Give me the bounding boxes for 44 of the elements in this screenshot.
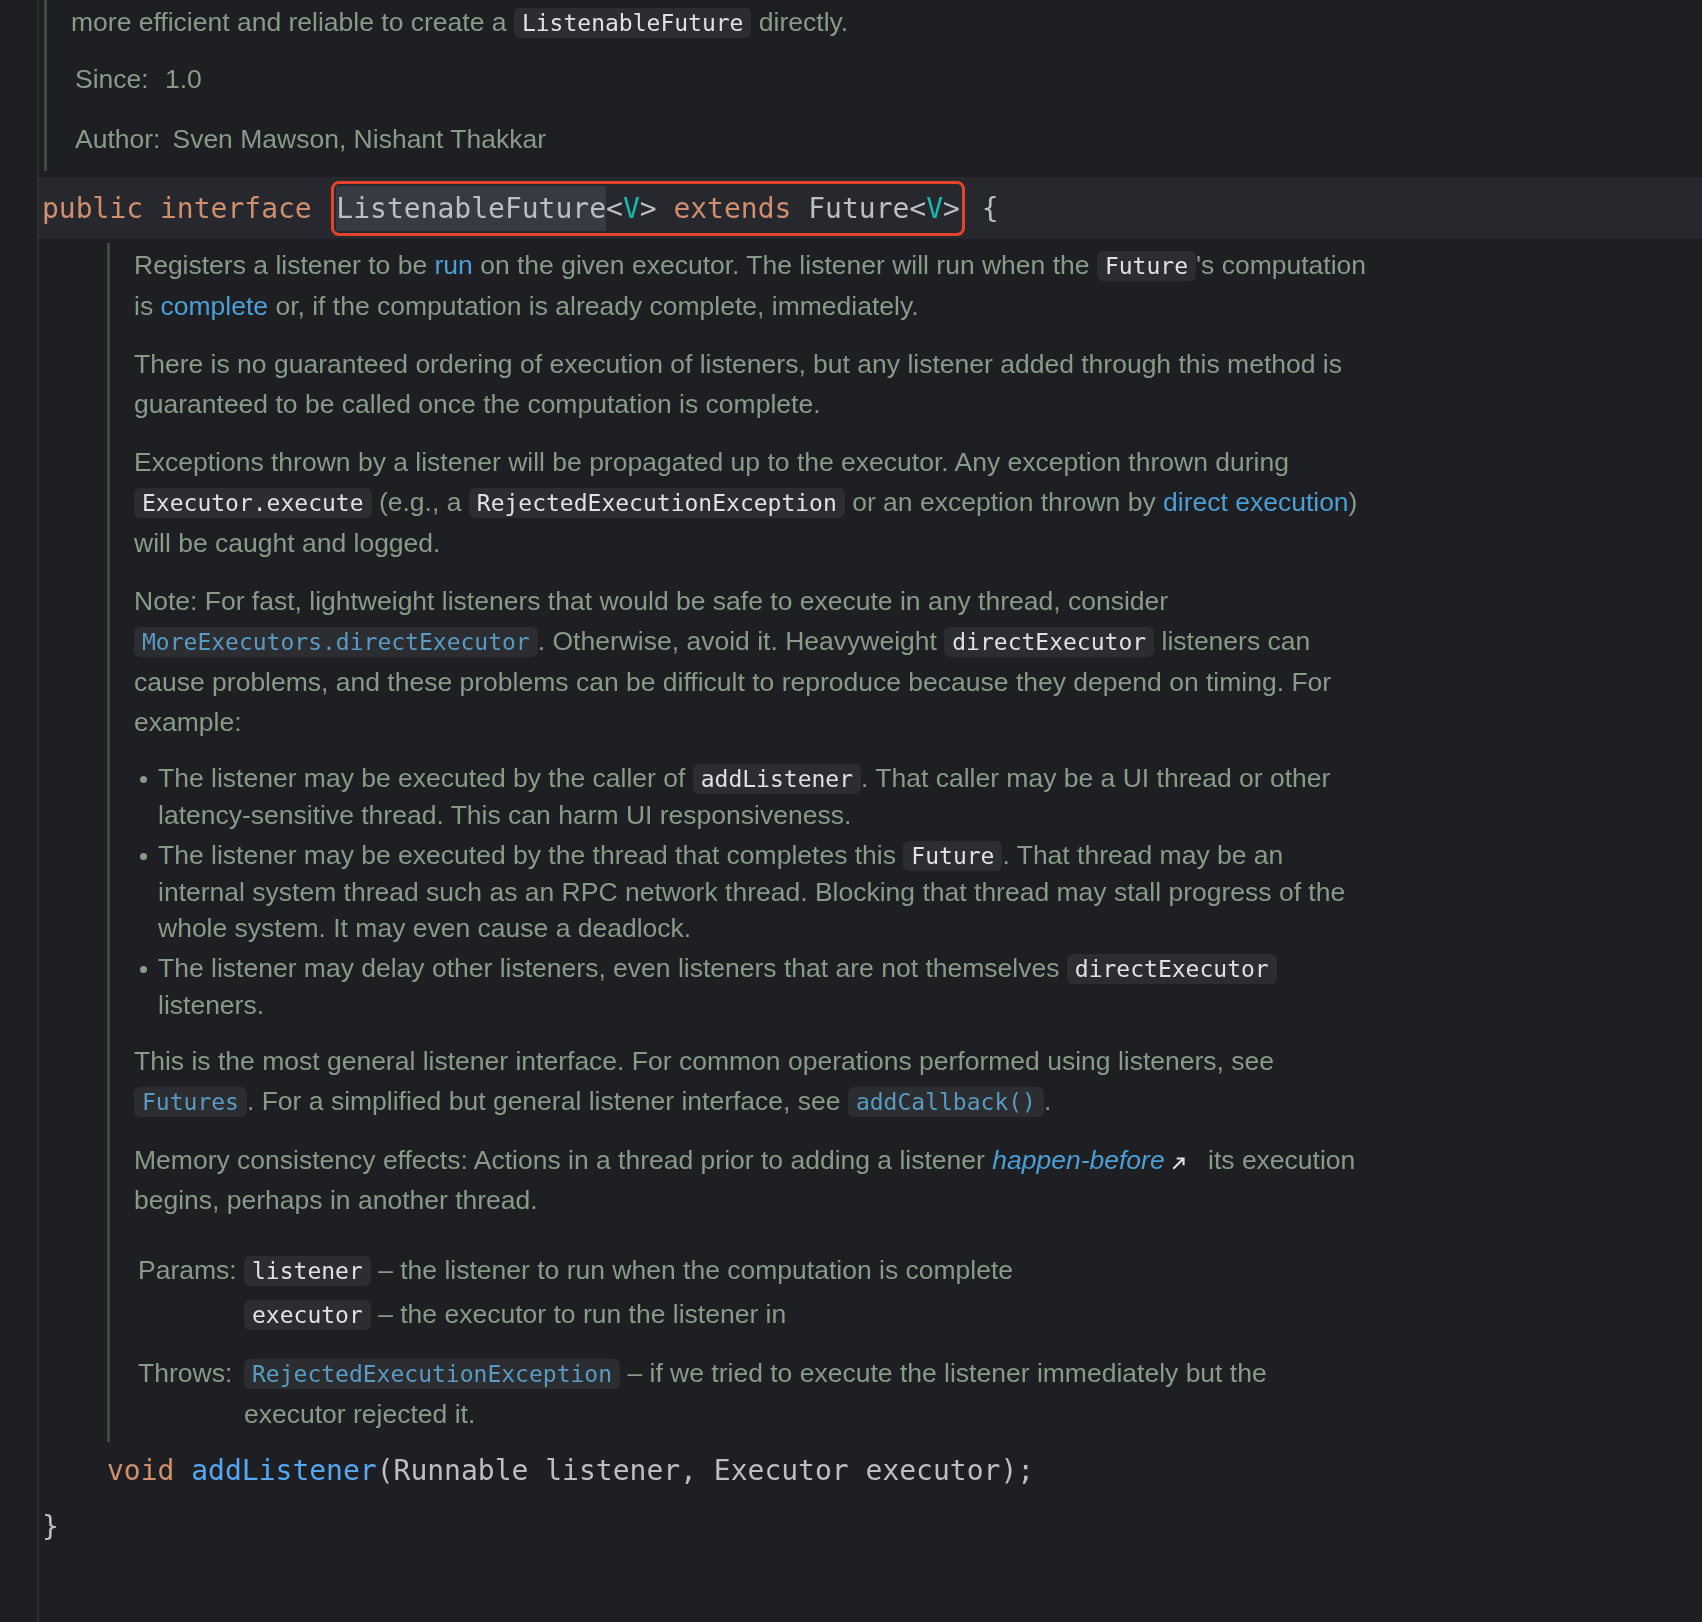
doc-link[interactable]: run bbox=[434, 250, 473, 280]
code-line: void addListener(Runnable listener, Executor executor); bbox=[106, 1452, 1036, 1489]
doc-paragraph: listener – the listener to run when the computation is complete bbox=[244, 1250, 1364, 1291]
doc-paragraph: Note: For fast, lightweight listeners that would be safe to execute in any thread, consider MoreExecutors.directExecutor . Otherwise, avoid it. Heavyweight directExecutor listeners can cause problems, and these problems can be difficult to reproduce because they depend on timing. For example: bbox=[134, 585, 1333, 739]
bullet-icon bbox=[140, 776, 147, 783]
doc-paragraph: more efficient and reliable to create a ListenableFuture directly. bbox=[71, 6, 850, 40]
inline-code: executor bbox=[244, 1300, 371, 1330]
bullet-icon bbox=[140, 853, 147, 860]
external-link-icon bbox=[1170, 1155, 1187, 1171]
inline-code: directExecutor bbox=[944, 627, 1155, 657]
doc-paragraph: This is the most general listener interface. For common operations performed using listeners, see Futures . For a simplified but general listener interface, see addCallback() . bbox=[134, 1045, 1276, 1119]
tag-label: Since: bbox=[75, 63, 150, 96]
doc-paragraph: The listener may be executed by the thread that completes this Future . That thread may be an internal system thread such as an RPC network thread. Blocking that thread may stall progress of the whole system. It may even cause a deadlock. bbox=[158, 839, 1347, 945]
inline-code: addListener bbox=[692, 764, 862, 794]
inline-code: Executor.execute bbox=[134, 488, 372, 518]
doc-paragraph: Memory consistency effects: Actions in a thread prior to adding a listener happen-before its execution begins, perhaps in another thread. bbox=[134, 1144, 1357, 1217]
doc-paragraph: The listener may delay other listeners, even listeners that are not themselves directExecutor listeners. bbox=[158, 950, 1374, 1023]
inline-code: RejectedExecutionException bbox=[468, 488, 845, 518]
doc-link[interactable]: complete bbox=[160, 291, 269, 321]
bullet-icon bbox=[140, 966, 147, 973]
doc-paragraph: executor – the executor to run the listener in bbox=[244, 1294, 1364, 1335]
tag-label: Author: bbox=[75, 123, 161, 156]
code-link[interactable]: addCallback() bbox=[847, 1087, 1044, 1117]
code-link[interactable]: Futures bbox=[134, 1087, 247, 1117]
doc-paragraph: Registers a listener to be run on the given executor. The listener will run when the Future 's computation is complete or, if the computation is already complete, immediately. bbox=[134, 249, 1368, 323]
doc-paragraph: There is no guaranteed ordering of execution of listeners, but any listener added through this method is guaranteed to be called once the computation is complete. bbox=[134, 348, 1343, 421]
doc-link[interactable]: direct execution bbox=[1163, 487, 1349, 517]
doc-paragraph: The listener may be executed by the caller of addListener . That caller may be a UI thread or other latency-sensitive thread. This can harm UI responsiveness. bbox=[158, 762, 1332, 832]
code-line: } bbox=[41, 1508, 60, 1545]
tag-value: 1.0 bbox=[165, 63, 202, 96]
inline-code: ListenableFuture bbox=[513, 8, 752, 38]
tag-value: Sven Mawson, Nishant Thakkar bbox=[172, 123, 547, 156]
external-link[interactable]: happen-before bbox=[992, 1145, 1165, 1175]
tag-label: Throws: bbox=[138, 1357, 232, 1390]
highlighted-identifier: ListenableFuture bbox=[336, 185, 607, 231]
doc-paragraph: Exceptions thrown by a listener will be propagated up to the executor. Any exception thrown during Executor.execute (e.g., a RejectedExecutionException or an exception thrown by direct execution) will be caught and logged. bbox=[134, 446, 1359, 560]
inline-code: Future bbox=[1096, 251, 1196, 281]
inline-code: listener bbox=[244, 1256, 371, 1286]
code-link[interactable]: RejectedExecutionException bbox=[244, 1359, 621, 1389]
inline-code: directExecutor bbox=[1066, 954, 1277, 984]
highlight-frame: ListenableFuture<V> extends Future<V> bbox=[331, 180, 965, 236]
code-link[interactable]: MoreExecutors.directExecutor bbox=[134, 627, 538, 657]
inline-code: Future bbox=[903, 841, 1003, 871]
doc-paragraph: RejectedExecutionException – if we tried to execute the listener immediately but the executor rejected it. bbox=[244, 1357, 1268, 1431]
